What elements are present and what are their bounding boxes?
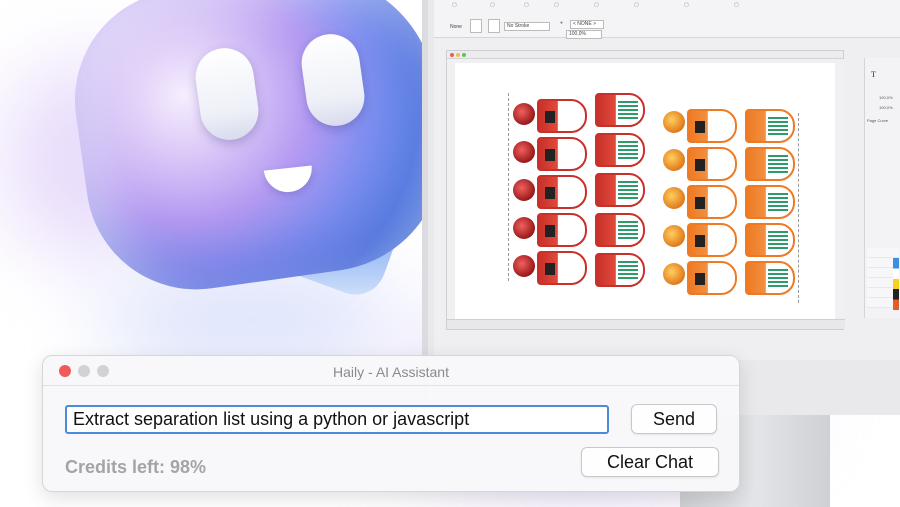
barcode [545, 111, 555, 123]
swatch-icon[interactable]: ● [560, 20, 563, 26]
swatch-select[interactable]: < NONE > [570, 20, 604, 29]
label-orange[interactable] [687, 261, 737, 295]
label-orange[interactable] [687, 147, 737, 181]
fruit-image [513, 217, 535, 239]
label-red[interactable] [537, 213, 587, 247]
barcode [695, 273, 705, 285]
label-red[interactable] [537, 137, 587, 171]
label-red[interactable] [595, 253, 645, 287]
label-red[interactable] [537, 99, 587, 133]
close-icon[interactable] [450, 53, 454, 57]
toolbar-tool[interactable]: ▢ [594, 2, 599, 8]
barcode [545, 149, 555, 161]
chat-window: Haily - AI Assistant Send Credits left: … [42, 355, 740, 492]
toolbar-tool[interactable]: ▢ [554, 2, 559, 8]
chat-titlebar: Haily - AI Assistant [43, 356, 739, 386]
toolbar-tool[interactable]: ▢ [490, 2, 495, 8]
editor-screen: ▢ ▢ ▢ ▢ ▢ ▢ ▢ ▢ None No Stroke ● < NONE … [434, 0, 900, 360]
prompt-input[interactable] [65, 405, 609, 434]
document-canvas[interactable] [447, 59, 845, 323]
label-orange[interactable] [687, 223, 737, 257]
toolbar-tool[interactable]: ▢ [734, 2, 739, 8]
label-red[interactable] [595, 213, 645, 247]
fruit-image [513, 179, 535, 201]
barcode [695, 235, 705, 247]
toolbar-tool[interactable]: ▢ [684, 2, 689, 8]
label-orange[interactable] [745, 109, 795, 143]
editor-toolbar: ▢ ▢ ▢ ▢ ▢ ▢ ▢ ▢ None No Stroke ● < NONE … [434, 0, 900, 39]
nutrition-grid [768, 117, 788, 135]
nutrition-grid [768, 269, 788, 287]
opacity-field[interactable]: 100,0% [566, 30, 602, 39]
credits-left: Credits left: 98% [65, 457, 207, 477]
label-red[interactable] [537, 251, 587, 285]
fruit-image [663, 263, 685, 285]
toolbar-tool[interactable]: ▢ [634, 2, 639, 8]
label-orange[interactable] [745, 147, 795, 181]
barcode [545, 187, 555, 199]
fruit-image [513, 255, 535, 277]
nutrition-grid [768, 155, 788, 173]
fruit-image [513, 141, 535, 163]
document-window [446, 50, 845, 330]
nutrition-grid [618, 181, 638, 199]
nutrition-grid [768, 231, 788, 249]
fruit-image [663, 111, 685, 133]
toolbar-tool[interactable]: ▢ [452, 2, 457, 8]
zoom-icon[interactable] [462, 53, 466, 57]
barcode [545, 225, 555, 237]
artboard[interactable] [455, 63, 835, 323]
label-red[interactable] [537, 175, 587, 209]
send-button[interactable]: Send [631, 404, 717, 434]
swatch-column[interactable] [893, 258, 899, 310]
cut-line [508, 93, 509, 281]
nutrition-grid [618, 261, 638, 279]
panel-value-2[interactable]: 100,0% [879, 105, 893, 110]
fill-swatch[interactable] [470, 19, 482, 33]
nutrition-grid [768, 193, 788, 211]
label-red[interactable] [595, 133, 645, 167]
label-orange[interactable] [687, 185, 737, 219]
toolbar-tool[interactable]: ▢ [524, 2, 529, 8]
panel-label: Page Curve [867, 118, 889, 123]
ai-mascot [60, 0, 460, 320]
barcode [695, 197, 705, 209]
label-orange[interactable] [745, 261, 795, 295]
minimize-icon[interactable] [456, 53, 460, 57]
properties-panel: T 100,0% 100,0% Page Curve [864, 58, 900, 318]
mascot-body [60, 0, 460, 304]
text-tool-icon[interactable]: T [871, 70, 876, 79]
clear-chat-button[interactable]: Clear Chat [581, 447, 719, 477]
fill-label: None [450, 24, 462, 30]
panel-value-1[interactable]: 100,0% [879, 95, 893, 100]
fruit-image [663, 149, 685, 171]
cut-line [798, 113, 799, 303]
label-orange[interactable] [687, 109, 737, 143]
nutrition-grid [618, 141, 638, 159]
window-title: Haily - AI Assistant [333, 364, 449, 380]
fruit-image [513, 103, 535, 125]
nutrition-grid [618, 221, 638, 239]
label-orange[interactable] [745, 185, 795, 219]
nutrition-grid [618, 101, 638, 119]
stroke-select[interactable]: No Stroke [504, 22, 550, 31]
barcode [695, 121, 705, 133]
barcode [545, 263, 555, 275]
label-orange[interactable] [745, 223, 795, 257]
label-red[interactable] [595, 173, 645, 207]
barcode [695, 159, 705, 171]
stroke-swatch[interactable] [488, 19, 500, 33]
fruit-image [663, 187, 685, 209]
document-titlebar [447, 51, 843, 59]
document-statusbar [447, 319, 845, 329]
label-red[interactable] [595, 93, 645, 127]
fruit-image [663, 225, 685, 247]
